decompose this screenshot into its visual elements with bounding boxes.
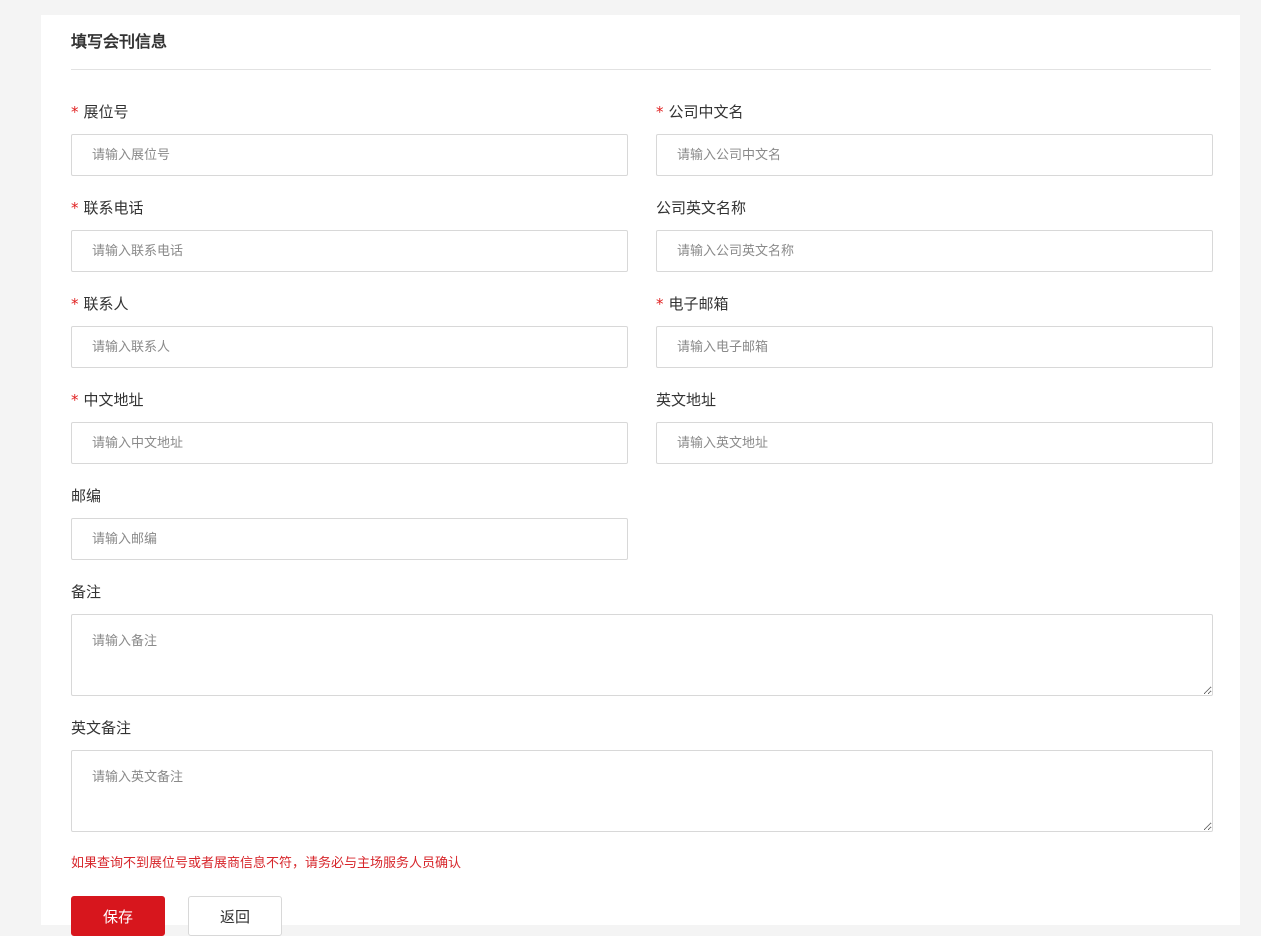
field-company-cn: * 公司中文名 [656, 101, 1213, 176]
required-mark: * [656, 295, 664, 313]
address-cn-label: * 中文地址 [71, 391, 144, 409]
company-cn-input[interactable] [656, 134, 1213, 176]
required-mark: * [71, 199, 79, 217]
save-button[interactable]: 保存 [71, 896, 165, 936]
field-booth-no: * 展位号 [71, 101, 628, 176]
company-cn-label: * 公司中文名 [656, 103, 744, 121]
address-en-label: 英文地址 [656, 391, 717, 409]
field-company-en: 公司英文名称 [656, 197, 1213, 272]
back-button[interactable]: 返回 [188, 896, 282, 936]
field-remark: 备注 [71, 581, 1213, 696]
field-postcode: 邮编 [71, 485, 628, 560]
required-mark: * [71, 103, 79, 121]
required-mark: * [656, 103, 664, 121]
phone-label: * 联系电话 [71, 199, 144, 217]
field-contact: * 联系人 [71, 293, 628, 368]
notice-text: 如果查询不到展位号或者展商信息不符，请务必与主场服务人员确认 [71, 856, 462, 871]
required-mark: * [71, 391, 79, 409]
form-card: 填写会刊信息 *展位号 *公司中文名 *联系电话 公司英文名称 *联系人 *电子… [41, 15, 1240, 936]
remark-en-textarea[interactable] [71, 750, 1213, 832]
contact-label: * 联系人 [71, 295, 129, 313]
field-remark-en: 英文备注 [71, 717, 1213, 832]
remark-label: 备注 [71, 583, 102, 601]
company-en-label: 公司英文名称 [656, 199, 747, 217]
required-mark: * [71, 295, 79, 313]
card-header: 填写会刊信息 [71, 15, 1211, 70]
postcode-label: 邮编 [71, 487, 102, 505]
field-phone: * 联系电话 [71, 197, 628, 272]
field-email: * 电子邮箱 [656, 293, 1213, 368]
page-title: 填写会刊信息 [71, 32, 168, 51]
phone-input[interactable] [71, 230, 628, 272]
contact-input[interactable] [71, 326, 628, 368]
booth-no-label: * 展位号 [71, 103, 129, 121]
email-label: * 电子邮箱 [656, 295, 729, 313]
email-input[interactable] [656, 326, 1213, 368]
booth-no-input[interactable] [71, 134, 628, 176]
field-address-en: 英文地址 [656, 389, 1213, 464]
company-en-input[interactable] [656, 230, 1213, 272]
remark-en-label: 英文备注 [71, 719, 132, 737]
remark-textarea[interactable] [71, 614, 1213, 696]
address-cn-input[interactable] [71, 422, 628, 464]
field-address-cn: * 中文地址 [71, 389, 628, 464]
postcode-input[interactable] [71, 518, 628, 560]
address-en-input[interactable] [656, 422, 1213, 464]
